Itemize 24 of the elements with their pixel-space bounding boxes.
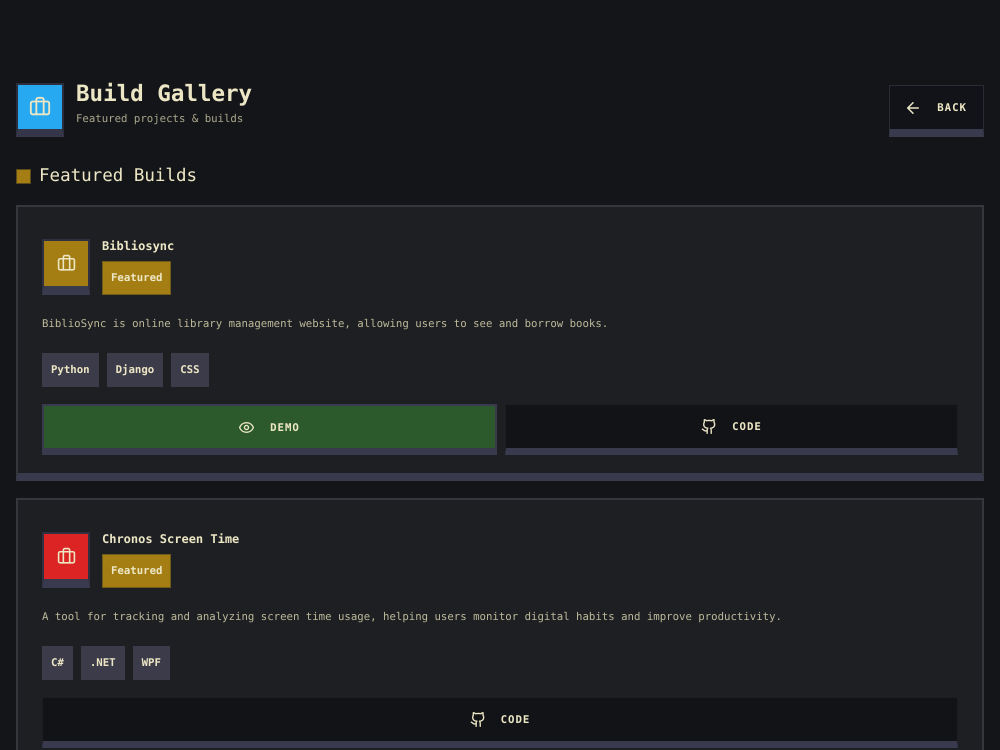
page-subtitle: Featured projects & builds (76, 112, 244, 126)
page-title: Build Gallery (76, 81, 252, 107)
cat-icon (701, 419, 716, 434)
project-description: BiblioSync is online library management website, allowing users to see and borrow books. (42, 317, 610, 331)
project-title: Bibliosync (102, 239, 174, 253)
cat-icon (470, 712, 485, 727)
tech-tag: WPF (132, 646, 170, 680)
project-description: A tool for tracking and analyzing screen time usage, helping users monitor digital habits and improve productivity. (42, 610, 783, 624)
back-button[interactable]: BACK (889, 85, 984, 137)
tech-tag: CSS (171, 353, 209, 387)
eye-icon (239, 420, 254, 434)
section-title: Featured Builds (39, 165, 198, 187)
tech-tag: Python (42, 353, 99, 387)
tech-tag: Django (106, 353, 164, 387)
project-title: Chronos Screen Time (102, 532, 240, 546)
featured-badge: Featured (102, 261, 172, 295)
briefcase-icon (16, 83, 64, 137)
demo-button[interactable]: DEMO (42, 404, 497, 455)
tech-tag: C# (42, 646, 73, 680)
code-button[interactable]: CODE (42, 697, 958, 748)
tech-tag: .NET (80, 646, 125, 680)
square-icon (16, 168, 31, 184)
featured-badge: Featured (102, 554, 172, 588)
code-button[interactable]: CODE (505, 404, 958, 455)
